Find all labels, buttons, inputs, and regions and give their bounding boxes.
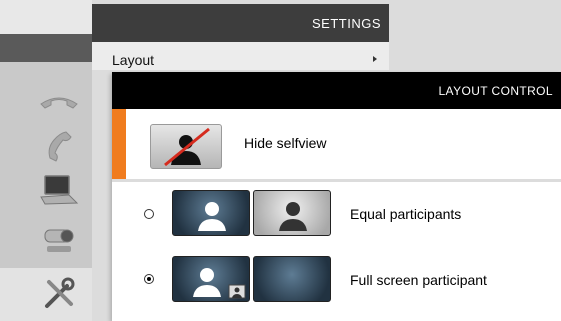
camera-icon[interactable] — [36, 220, 82, 260]
selection-accent — [112, 109, 126, 179]
selfview-off-icon — [164, 127, 210, 167]
option-equal-participants[interactable]: Equal participants — [112, 184, 561, 244]
settings-item-layout-label: Layout — [112, 52, 155, 68]
radio-full-screen-participant[interactable] — [144, 274, 154, 284]
hide-selfview-label: Hide selfview — [244, 135, 327, 151]
option-label-fullscreen: Full screen participant — [350, 272, 487, 288]
option-full-screen-participant[interactable]: Full screen participant — [112, 248, 561, 308]
settings-title: SETTINGS — [92, 4, 389, 42]
sidebar-header — [0, 34, 92, 62]
equal-thumb-right — [253, 190, 331, 236]
settings-item-layout[interactable]: Layout — [92, 42, 389, 70]
laptop-icon[interactable] — [36, 170, 82, 210]
chevron-right-icon — [373, 56, 377, 62]
section-divider — [112, 179, 561, 182]
radio-equal-participants[interactable] — [144, 209, 154, 219]
hide-selfview-button[interactable] — [150, 124, 222, 169]
layout-control-panel: LAYOUT CONTROL Hide selfview Equal parti… — [112, 72, 561, 321]
tools-icon[interactable] — [36, 274, 82, 314]
fullscreen-thumb-right — [253, 256, 331, 302]
fullscreen-thumb-left — [172, 256, 250, 302]
hide-selfview-row[interactable]: Hide selfview — [112, 109, 561, 179]
settings-strip — [389, 4, 561, 42]
option-label-equal: Equal participants — [350, 206, 462, 222]
top-left-area — [0, 0, 92, 34]
phone-handset-icon[interactable] — [36, 126, 82, 166]
hangup-phone-icon[interactable] — [36, 82, 82, 122]
equal-thumb-left — [172, 190, 250, 236]
layout-control-title: LAYOUT CONTROL — [112, 72, 561, 109]
